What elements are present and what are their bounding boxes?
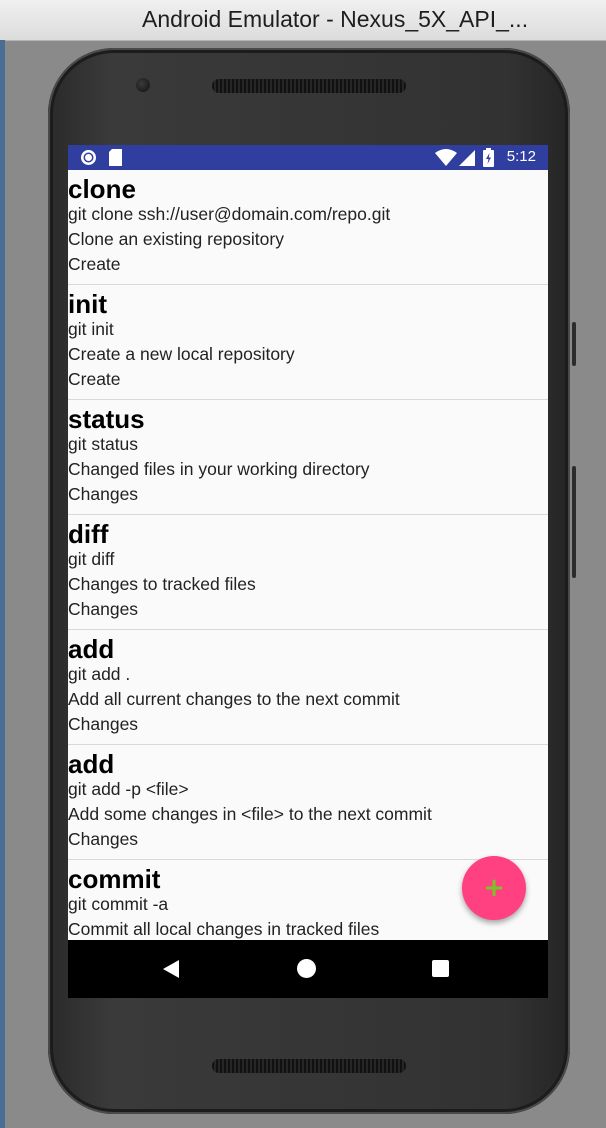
- command-description: Changed files in your working directory: [68, 459, 370, 479]
- list-item[interactable]: status git status Changed files in your wo…: [68, 400, 548, 515]
- wifi-icon: [435, 149, 457, 166]
- command-description: Add some changes in <file> to the next c…: [68, 804, 432, 824]
- command-description: Add all current changes to the next comm…: [68, 689, 400, 709]
- volume-button[interactable]: [572, 466, 576, 578]
- speaker-bottom: [212, 1059, 406, 1073]
- front-camera: [136, 78, 150, 92]
- command-category: Create: [68, 254, 121, 274]
- command-text: git add .: [68, 664, 131, 684]
- command-description: Commit all local changes in tracked file…: [68, 919, 380, 939]
- command-text: git add -p <file>: [68, 779, 189, 799]
- command-text: git diff: [68, 549, 115, 569]
- speaker-top: [212, 79, 406, 93]
- command-category: Changes: [68, 714, 139, 734]
- plus-icon: +: [483, 873, 505, 903]
- window-title: Android Emulator - Nexus_5X_API_...: [142, 6, 529, 32]
- command-name: diff: [68, 519, 109, 549]
- command-list[interactable]: clone git clone ssh://user@domain.com/rep…: [68, 170, 548, 940]
- home-icon[interactable]: [297, 959, 316, 978]
- command-description: Create a new local repository: [68, 344, 295, 364]
- list-item[interactable]: init git init Create a new local repositor…: [68, 285, 548, 400]
- command-category: Create: [68, 369, 121, 389]
- command-category: Changes: [68, 599, 139, 619]
- command-category: Changes: [68, 484, 139, 504]
- recents-icon[interactable]: [432, 960, 449, 977]
- command-name: status: [68, 404, 145, 434]
- list-item[interactable]: clone git clone ssh://user@domain.com/rep…: [68, 170, 548, 285]
- command-name: init: [68, 289, 107, 319]
- sd-card-icon: [109, 149, 122, 166]
- add-fab-button[interactable]: +: [462, 856, 526, 920]
- command-name: add: [68, 749, 115, 779]
- status-time: 5:12: [506, 148, 536, 165]
- back-icon[interactable]: [163, 960, 179, 978]
- signal-icon: [459, 150, 475, 166]
- command-text: git init: [68, 319, 114, 339]
- power-button[interactable]: [572, 322, 576, 366]
- record-icon: [81, 150, 96, 165]
- command-name: add: [68, 634, 115, 664]
- list-item[interactable]: add git add -p <file> Add some changes in …: [68, 745, 548, 860]
- list-item[interactable]: diff git diff Changes to tracked files Chan…: [68, 515, 548, 630]
- command-description: Changes to tracked files: [68, 574, 256, 594]
- window-title-bar: Android Emulator - Nexus_5X_API_...: [0, 0, 606, 41]
- command-category: Changes: [68, 829, 139, 849]
- list-item[interactable]: add git add . Add all current changes to t…: [68, 630, 548, 745]
- desktop-background: [0, 40, 5, 1128]
- command-name: clone: [68, 174, 136, 204]
- command-text: git clone ssh://user@domain.com/repo.git: [68, 204, 391, 224]
- navigation-bar: [68, 940, 548, 998]
- command-text: git status: [68, 434, 139, 454]
- status-bar: 5:12: [68, 145, 548, 170]
- battery-icon: [483, 148, 494, 167]
- command-description: Clone an existing repository: [68, 229, 284, 249]
